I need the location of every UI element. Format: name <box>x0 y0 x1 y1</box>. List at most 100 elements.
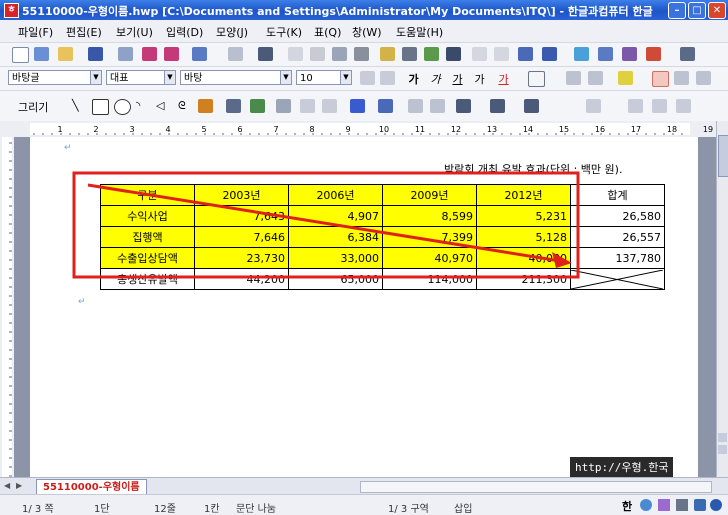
table-icon[interactable] <box>446 47 461 61</box>
keyboard-icon[interactable] <box>676 499 688 511</box>
table-cell[interactable]: 7,643 <box>194 205 289 227</box>
table-cell[interactable]: 40,970 <box>382 247 477 269</box>
menu-table[interactable]: 표(Q) <box>314 24 341 40</box>
size-up-icon[interactable] <box>360 71 375 85</box>
connector-icon[interactable] <box>226 99 241 113</box>
row-label[interactable]: 수익사업 <box>100 205 195 227</box>
arc-icon[interactable]: ◝ <box>136 99 151 113</box>
table-cell[interactable]: 26,580 <box>570 205 665 227</box>
vertical-ruler[interactable] <box>0 137 15 477</box>
table-cell[interactable]: 5,128 <box>476 226 571 248</box>
underline-icon[interactable]: 가 <box>450 71 465 86</box>
table-insert-icon[interactable] <box>542 47 557 61</box>
cut-icon[interactable] <box>288 47 303 61</box>
table-cell[interactable]: 44,200 <box>194 268 289 290</box>
table-cell[interactable]: 137,780 <box>570 247 665 269</box>
brush-icon[interactable] <box>380 47 395 61</box>
tab-nav-left-icon[interactable]: ◀ <box>4 481 10 490</box>
line-style-icon[interactable] <box>456 99 471 113</box>
align-icon[interactable] <box>402 47 417 61</box>
table-cell[interactable]: 6,384 <box>288 226 383 248</box>
shadow-icon[interactable] <box>586 99 601 113</box>
paste-icon[interactable] <box>332 47 347 61</box>
align-right-icon[interactable] <box>696 71 711 85</box>
header-cell[interactable]: 구분 <box>100 184 195 206</box>
header-cell[interactable]: 2012년 <box>476 184 571 206</box>
pen-icon[interactable] <box>198 99 213 113</box>
find-icon[interactable] <box>258 47 273 61</box>
image-icon[interactable] <box>518 47 533 61</box>
ellipse-icon[interactable] <box>114 99 131 115</box>
char-shape-icon[interactable] <box>528 71 545 87</box>
polygon-icon[interactable]: ◁ <box>156 99 171 113</box>
table-cell[interactable]: 211,300 <box>476 268 571 290</box>
data-table[interactable]: 구분 2003년 2006년 2009년 2012년 합계 수익사업 7,643… <box>100 184 665 290</box>
font-select[interactable]: 바탕 ▼ <box>180 70 292 85</box>
spell-icon[interactable] <box>424 47 439 61</box>
align-justify-icon[interactable] <box>652 71 669 87</box>
curve-icon[interactable]: ᘓ <box>178 99 193 113</box>
bring-front-icon[interactable] <box>408 99 423 113</box>
textbox-draw-icon[interactable] <box>250 99 265 113</box>
group-icon[interactable] <box>300 99 315 113</box>
horizontal-ruler[interactable]: 1 2 3 4 5 6 7 8 9 10 11 12 13 14 15 16 17 18 19 <box>0 121 728 138</box>
table-cell[interactable]: 40,080 <box>476 247 571 269</box>
style-select[interactable]: 바탕글 ▼ <box>8 70 102 85</box>
formula-icon[interactable] <box>622 47 637 61</box>
status-mode[interactable]: 삽입 <box>454 500 472 515</box>
size-down-icon[interactable] <box>380 71 395 85</box>
redo-icon[interactable] <box>228 47 243 61</box>
table-cell[interactable]: 4,907 <box>288 205 383 227</box>
document-page[interactable]: ↵ 박람회 개최 유발 효과(단위 : 백만 원). 구분 2003년 2006… <box>30 137 698 477</box>
textbox-icon[interactable] <box>598 47 613 61</box>
menu-help[interactable]: 도움말(H) <box>396 24 443 40</box>
fill-color-icon[interactable] <box>378 99 393 113</box>
rotate-icon[interactable] <box>628 99 643 113</box>
table-cell[interactable]: 23,730 <box>194 247 289 269</box>
draw-label[interactable]: 그리기 <box>18 99 48 115</box>
pen-tool-icon[interactable] <box>658 499 670 511</box>
distribute-icon[interactable] <box>676 99 691 113</box>
vertical-scrollbar[interactable] <box>716 121 728 477</box>
table-caption[interactable]: 박람회 개최 유발 효과(단위 : 백만 원). <box>444 161 622 177</box>
menu-window[interactable]: 창(W) <box>352 24 382 40</box>
format-copy-icon[interactable] <box>354 47 369 61</box>
send-back-icon[interactable] <box>430 99 445 113</box>
chart-icon[interactable] <box>574 47 589 61</box>
link-icon[interactable] <box>472 47 487 61</box>
save-icon[interactable] <box>88 47 103 61</box>
subscript-icon[interactable] <box>588 71 603 85</box>
diagonal-cell[interactable] <box>570 268 665 290</box>
row-label[interactable]: 집행액 <box>100 226 195 248</box>
line-width-icon[interactable] <box>490 99 505 113</box>
flip-icon[interactable] <box>652 99 667 113</box>
copy-icon[interactable] <box>310 47 325 61</box>
align-left-icon[interactable] <box>674 71 689 85</box>
settings-icon[interactable] <box>694 499 706 511</box>
horizontal-scrollbar[interactable] <box>360 481 712 493</box>
ime-icon[interactable]: 한 <box>622 498 634 513</box>
new-document-icon[interactable] <box>12 47 29 63</box>
arrow-style-icon[interactable] <box>524 99 539 113</box>
char-style-select[interactable]: 대표 ▼ <box>106 70 176 85</box>
table-cell[interactable]: 33,000 <box>288 247 383 269</box>
bold-icon[interactable]: 가 <box>406 71 421 86</box>
table-cell[interactable]: 114,000 <box>382 268 477 290</box>
tab-nav-right-icon[interactable]: ▶ <box>16 481 22 490</box>
print-preview-icon[interactable] <box>164 47 179 61</box>
input-tool-icon[interactable] <box>640 499 652 511</box>
close-button[interactable]: ✕ <box>708 2 726 19</box>
menu-edit[interactable]: 편집(E) <box>66 24 102 40</box>
header-cell[interactable]: 합계 <box>570 184 665 206</box>
menu-format[interactable]: 모양(J) <box>216 24 248 40</box>
table-cell[interactable]: 65,000 <box>288 268 383 290</box>
document-tab[interactable]: 55110000-우형이름 <box>36 479 147 495</box>
highlight-icon[interactable] <box>618 71 633 85</box>
page-up-icon[interactable] <box>718 433 727 442</box>
line-color-icon[interactable] <box>350 99 365 113</box>
grid-icon[interactable] <box>680 47 695 61</box>
table-cell[interactable]: 7,646 <box>194 226 289 248</box>
table-cell[interactable]: 7,399 <box>382 226 477 248</box>
symbol-icon[interactable] <box>646 47 661 61</box>
table-cell[interactable]: 26,557 <box>570 226 665 248</box>
